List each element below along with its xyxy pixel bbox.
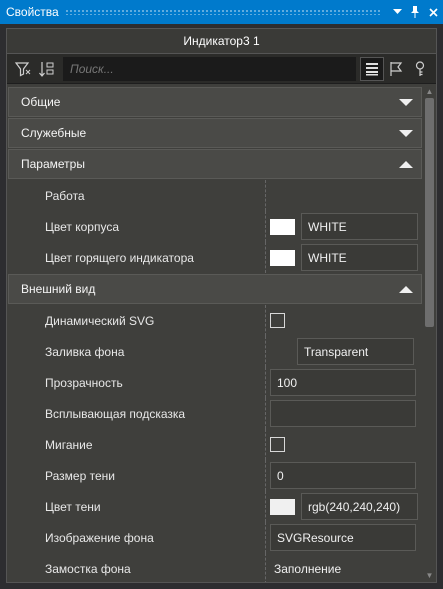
expand-icon[interactable] — [399, 129, 413, 137]
dynamic-svg-checkbox[interactable] — [270, 313, 285, 328]
collapse-icon[interactable] — [399, 160, 413, 168]
property-row: Мигание — [8, 429, 423, 460]
color-value-field[interactable]: WHITE — [301, 213, 418, 240]
properties-panel: Индикатор3 1 Поиск... Общие Служебные Па… — [6, 28, 437, 583]
params-rows: Работа Цвет корпуса WHITE Цвет горящего … — [7, 180, 423, 273]
property-row: Цвет горящего индикатора WHITE — [8, 242, 423, 273]
property-row: Заливка фона Transparent — [8, 336, 423, 367]
object-title: Индикатор3 1 — [7, 29, 436, 54]
list-view-icon[interactable] — [360, 56, 384, 81]
color-value-field[interactable]: rgb(240,240,240) — [301, 493, 418, 520]
blink-checkbox[interactable] — [270, 437, 285, 452]
vertical-scrollbar[interactable]: ▲ ▼ — [423, 86, 436, 582]
section-general[interactable]: Общие — [8, 87, 422, 117]
collapse-icon[interactable] — [399, 285, 413, 293]
shadow-size-field[interactable]: 0 — [270, 462, 416, 489]
bg-tiling-value[interactable]: Заполнение — [270, 562, 341, 576]
section-label: Общие — [21, 95, 61, 109]
window-titlebar: Свойства — [0, 0, 443, 24]
key-icon[interactable] — [408, 57, 432, 81]
section-params[interactable]: Параметры — [8, 149, 422, 179]
property-grid: Общие Служебные Параметры Работа Цвет ко… — [7, 86, 423, 582]
section-service[interactable]: Служебные — [8, 118, 422, 148]
property-name: Цвет тени — [33, 491, 266, 522]
fill-value-field[interactable]: Transparent — [297, 338, 414, 365]
property-name: Динамический SVG — [33, 305, 266, 336]
color-value-field[interactable]: WHITE — [301, 244, 418, 271]
property-name: Цвет горящего индикатора — [33, 242, 266, 273]
property-name: Заливка фона — [33, 336, 266, 367]
properties-toolbar — [7, 54, 436, 84]
section-label: Служебные — [21, 126, 87, 140]
property-row: Работа — [8, 180, 423, 211]
property-name: Размер тени — [33, 460, 266, 491]
property-name: Изображение фона — [33, 522, 266, 553]
property-name: Работа — [33, 180, 266, 211]
property-name: Мигание — [33, 429, 266, 460]
close-icon[interactable] — [425, 4, 441, 20]
property-row: Размер тени 0 — [8, 460, 423, 491]
property-row: Цвет тени rgb(240,240,240) — [8, 491, 423, 522]
property-row: Всплывающая подсказка — [8, 398, 423, 429]
section-appearance[interactable]: Внешний вид — [8, 274, 422, 304]
pin-icon[interactable] — [407, 4, 423, 20]
dropdown-icon[interactable] — [389, 4, 405, 20]
property-name: Прозрачность — [33, 367, 266, 398]
property-row: Динамический SVG — [8, 305, 423, 336]
color-swatch[interactable] — [270, 218, 295, 235]
property-name: Всплывающая подсказка — [33, 398, 266, 429]
section-label: Внешний вид — [21, 282, 96, 296]
property-value[interactable] — [266, 180, 423, 211]
expand-icon[interactable] — [399, 98, 413, 106]
sort-icon[interactable] — [35, 57, 59, 81]
search-input[interactable] — [63, 56, 356, 81]
property-row: Прозрачность 100 — [8, 367, 423, 398]
appearance-rows: Динамический SVG Заливка фона Transparen… — [7, 305, 423, 582]
opacity-field[interactable]: 100 — [270, 369, 416, 396]
scroll-up-icon[interactable]: ▲ — [425, 88, 434, 96]
property-row: Изображение фона SVGResource — [8, 522, 423, 553]
window-title: Свойства — [6, 5, 59, 19]
filter-icon[interactable] — [11, 57, 35, 81]
titlebar-grip[interactable] — [64, 9, 381, 15]
property-row: Замостка фона Заполнение — [8, 553, 423, 582]
section-label: Параметры — [21, 157, 85, 171]
property-name: Цвет корпуса — [33, 211, 266, 242]
scroll-down-icon[interactable]: ▼ — [425, 572, 434, 580]
flag-icon[interactable] — [384, 57, 408, 81]
bg-image-field[interactable]: SVGResource — [270, 524, 416, 551]
tooltip-field[interactable] — [270, 400, 416, 427]
property-row: Цвет корпуса WHITE — [8, 211, 423, 242]
color-swatch[interactable] — [270, 498, 295, 515]
scrollbar-thumb[interactable] — [425, 98, 434, 327]
property-name: Замостка фона — [33, 553, 266, 582]
color-swatch[interactable] — [270, 249, 295, 266]
